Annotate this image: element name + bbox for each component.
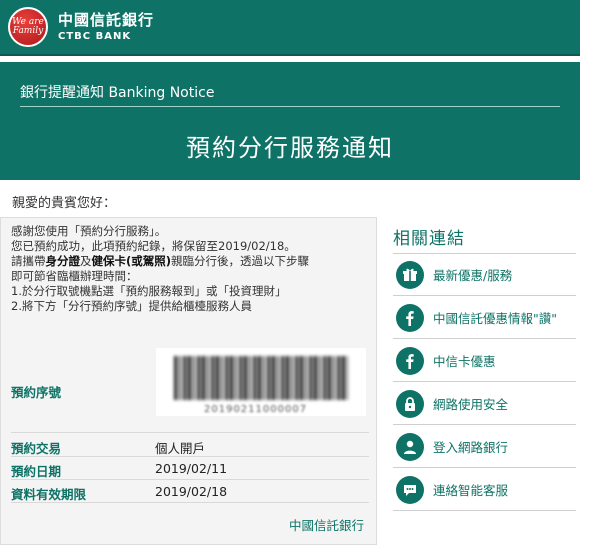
message-line: 請攜帶身分證及健保卡(或駕照)親臨分行後，透過以下步驟 bbox=[11, 254, 371, 269]
serial-barcode: 20190211000007 bbox=[156, 348, 366, 416]
message-text: 請攜帶 bbox=[11, 254, 46, 268]
sidebar-item-label: 中國信託優惠情報"讚" bbox=[433, 311, 557, 326]
expiry-value: 2019/02/18 bbox=[155, 484, 228, 499]
sidebar-item-label: 最新優惠/服務 bbox=[433, 268, 513, 283]
logo-text: 中國信託銀行 CTBC BANK bbox=[58, 12, 154, 42]
message-text: 親臨分行後，透過以下步驟 bbox=[171, 254, 310, 268]
sidebar-item-card-offers[interactable]: 中信卡優惠 bbox=[393, 340, 576, 382]
footer-bank-link[interactable]: 中國信託銀行 bbox=[289, 515, 364, 534]
sidebar-item-label: 登入網路銀行 bbox=[433, 440, 509, 455]
transaction-label: 預約交易 bbox=[11, 441, 62, 456]
expiry-label: 資料有效期限 bbox=[11, 487, 87, 502]
sidebar-item-online-banking[interactable]: 登入網路銀行 bbox=[393, 426, 576, 468]
row-divider bbox=[11, 456, 369, 457]
message-line: 您已預約成功，此項預約紀錄，將保留至2019/02/18。 bbox=[11, 239, 296, 253]
message-bold-card: 健保卡(或駕照) bbox=[91, 254, 172, 268]
sidebar-item-ctbc-facebook[interactable]: 中國信託優惠情報"讚" bbox=[393, 297, 576, 339]
row-divider bbox=[11, 479, 369, 480]
message-line: 2.將下方「分行預約序號」提供給櫃檯服務人員 bbox=[11, 299, 252, 313]
barcode-bars bbox=[174, 356, 348, 400]
related-links-title: 相關連結 bbox=[393, 229, 465, 249]
date-label: 預約日期 bbox=[11, 464, 62, 479]
sidebar-item-label: 中信卡優惠 bbox=[433, 354, 496, 369]
message-line: 即可節省臨櫃辦理時間： bbox=[11, 269, 138, 283]
facebook-icon bbox=[396, 303, 424, 332]
serial-label: 預約序號 bbox=[11, 385, 62, 400]
transaction-value: 個人開戶 bbox=[155, 441, 206, 456]
notice-banner: 銀行提醒通知 Banking Notice 預約分行服務通知 bbox=[0, 62, 580, 180]
message-text: 及 bbox=[80, 254, 92, 268]
date-row: 預約日期 2019/02/11 bbox=[11, 461, 369, 480]
message-line: 感謝您使用「預約分行服務」。 bbox=[11, 224, 167, 238]
banner-title: 預約分行服務通知 bbox=[186, 134, 394, 162]
notice-body: 感謝您使用「預約分行服務」。 您已預約成功，此項預約紀錄，將保留至2019/02… bbox=[0, 217, 377, 545]
expiry-row: 資料有效期限 2019/02/18 bbox=[11, 484, 369, 503]
banner-subtitle: 銀行提醒通知 Banking Notice bbox=[20, 85, 215, 101]
message-line: 1.於分行取號機點選「預約服務報到」或「投資理財」 bbox=[11, 284, 287, 298]
sidebar-item-chatbot[interactable]: 連絡智能客服 bbox=[393, 469, 576, 511]
sidebar-item-label: 網路使用安全 bbox=[433, 397, 509, 412]
transaction-row: 預約交易 個人開戶 bbox=[11, 438, 369, 457]
facebook-icon bbox=[396, 346, 424, 375]
sidebar-item-security[interactable]: 網路使用安全 bbox=[393, 383, 576, 425]
logo-script: We are Family bbox=[12, 17, 44, 36]
chat-icon bbox=[396, 475, 424, 504]
bank-name-en: CTBC BANK bbox=[58, 30, 132, 42]
user-icon bbox=[396, 432, 424, 461]
row-divider bbox=[11, 432, 369, 433]
row-divider bbox=[11, 502, 369, 503]
sidebar-item-promotions[interactable]: 最新優惠/服務 bbox=[393, 254, 576, 296]
date-value: 2019/02/11 bbox=[155, 461, 228, 476]
bank-name-cn: 中國信託銀行 bbox=[58, 11, 155, 30]
gift-icon bbox=[396, 260, 424, 289]
greeting-text: 親愛的貴賓您好： bbox=[12, 196, 117, 211]
message-bold-id: 身分證 bbox=[45, 254, 81, 268]
ctbc-logo-icon[interactable]: We are Family bbox=[8, 7, 48, 47]
notice-message: 感謝您使用「預約分行服務」。 您已預約成功，此項預約紀錄，將保留至2019/02… bbox=[11, 224, 371, 314]
banner-divider bbox=[20, 106, 560, 107]
sidebar-item-label: 連絡智能客服 bbox=[433, 483, 509, 498]
serial-number: 20190211000007 bbox=[204, 404, 308, 415]
top-header-bar: We are Family 中國信託銀行 CTBC BANK bbox=[0, 0, 580, 56]
lock-icon bbox=[396, 389, 424, 418]
